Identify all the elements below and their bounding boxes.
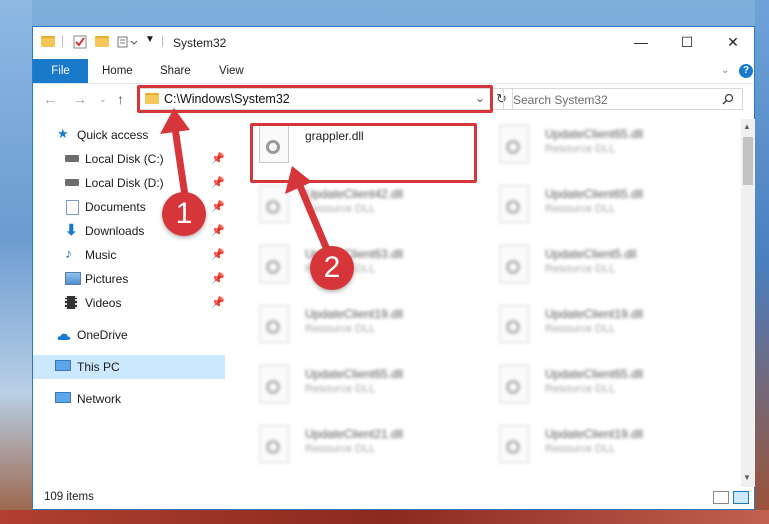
callout-step-2: 2 (310, 246, 354, 290)
callout-step-1: 1 (162, 192, 206, 236)
annotation-arrows (160, 108, 332, 256)
